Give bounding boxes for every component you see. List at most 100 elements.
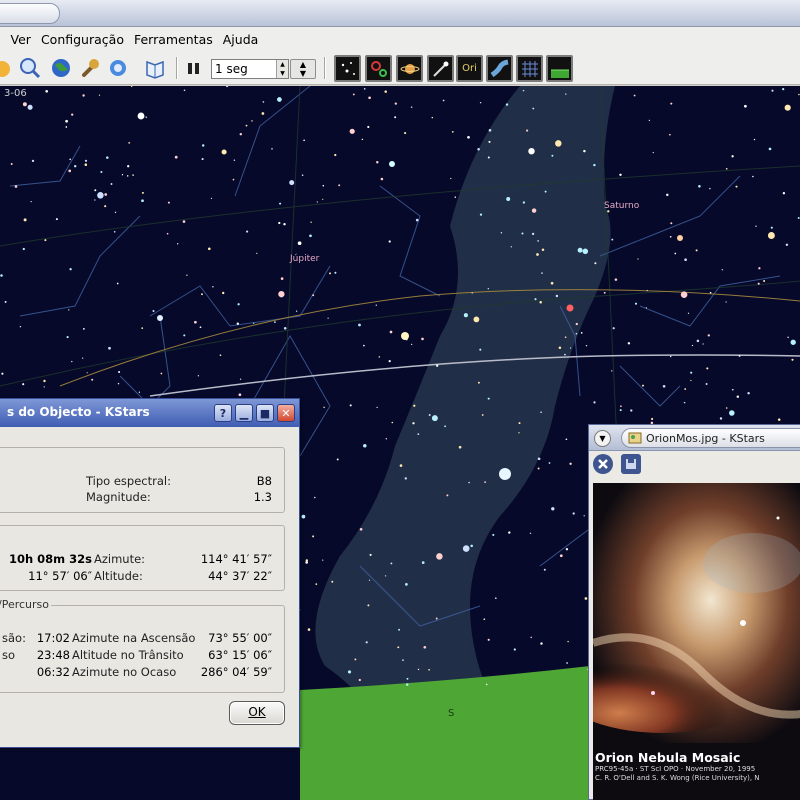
main-toolbar: 1 seg ▲ ▼ ▲ ▼ Ori bbox=[0, 51, 800, 85]
comets-icon[interactable] bbox=[427, 55, 454, 82]
star bbox=[423, 645, 427, 649]
book-icon[interactable] bbox=[143, 56, 167, 80]
stars-icon[interactable] bbox=[334, 55, 361, 82]
star bbox=[406, 677, 409, 680]
close-image-icon[interactable] bbox=[593, 454, 613, 474]
menu-tools[interactable]: Ferramentas bbox=[134, 32, 213, 47]
star bbox=[436, 364, 439, 367]
menu-file[interactable]: co bbox=[0, 32, 1, 47]
star bbox=[74, 165, 77, 168]
milky-way-icon[interactable] bbox=[486, 55, 513, 82]
pause-icon[interactable] bbox=[182, 56, 206, 80]
star bbox=[771, 89, 774, 92]
star bbox=[544, 190, 547, 193]
time-unit-stepper[interactable]: ▲ ▼ bbox=[290, 59, 316, 79]
star bbox=[312, 294, 315, 297]
star bbox=[394, 102, 397, 105]
lock-icon[interactable] bbox=[0, 56, 14, 80]
star bbox=[735, 185, 738, 188]
star bbox=[537, 467, 540, 470]
star bbox=[569, 462, 572, 466]
find-object-icon[interactable] bbox=[18, 56, 42, 80]
star bbox=[612, 327, 615, 330]
star bbox=[71, 113, 74, 116]
ok-button[interactable]: OK bbox=[229, 701, 285, 725]
star bbox=[767, 232, 775, 239]
star bbox=[389, 330, 393, 334]
window-title-tab[interactable] bbox=[0, 3, 60, 24]
star bbox=[390, 562, 393, 565]
menu-view[interactable]: Ver bbox=[11, 32, 31, 47]
star bbox=[305, 561, 309, 564]
star bbox=[458, 445, 462, 449]
constellations-icon[interactable]: Ori bbox=[456, 55, 483, 82]
wrench-icon[interactable] bbox=[78, 56, 102, 80]
star bbox=[550, 281, 554, 285]
planets-icon[interactable] bbox=[396, 55, 423, 82]
star bbox=[572, 512, 575, 515]
star bbox=[201, 158, 204, 161]
grid-icon[interactable] bbox=[516, 55, 543, 82]
star bbox=[369, 553, 372, 556]
help-icon[interactable]: ? bbox=[214, 404, 232, 422]
save-image-icon[interactable] bbox=[621, 454, 641, 474]
star bbox=[725, 167, 728, 170]
star bbox=[662, 384, 666, 388]
maximize-icon[interactable]: ■ bbox=[256, 404, 274, 422]
star bbox=[194, 320, 197, 324]
transit-altitude-value: 63° 15′ 06″ bbox=[208, 648, 272, 662]
rise-time-value: 17:02 bbox=[36, 631, 70, 645]
window-menu-icon[interactable]: ▼ bbox=[594, 430, 611, 447]
star bbox=[444, 425, 447, 428]
right-ascension-value: 10h 08m 32s bbox=[8, 552, 92, 566]
star bbox=[239, 378, 242, 380]
star bbox=[451, 131, 454, 133]
globe-icon[interactable] bbox=[49, 56, 73, 80]
star bbox=[467, 135, 470, 139]
dialog-titlebar[interactable]: s do Objecto - KStars ? ▁ ■ ✕ bbox=[0, 399, 299, 427]
star bbox=[94, 189, 97, 192]
dialog-title: s do Objecto - KStars bbox=[7, 405, 150, 419]
star bbox=[405, 583, 408, 586]
azimuth-value: 114° 41′ 57″ bbox=[200, 552, 272, 566]
star bbox=[327, 317, 329, 319]
star bbox=[354, 658, 357, 661]
star bbox=[69, 158, 71, 161]
star bbox=[22, 102, 27, 107]
star bbox=[274, 321, 276, 323]
star bbox=[508, 531, 511, 534]
star bbox=[698, 185, 701, 188]
star bbox=[399, 464, 403, 467]
viewer-title-tab[interactable]: OrionMos.jpg - KStars bbox=[621, 428, 800, 448]
star bbox=[582, 248, 589, 255]
time-step-spinbox[interactable]: 1 seg ▲ ▼ bbox=[211, 59, 289, 79]
star bbox=[199, 326, 202, 329]
jupiter-label: Júpiter bbox=[290, 254, 320, 264]
image-file-icon bbox=[628, 432, 642, 444]
star bbox=[721, 269, 723, 271]
star bbox=[494, 597, 497, 600]
star bbox=[237, 303, 240, 306]
star bbox=[558, 346, 562, 349]
horizon-icon[interactable] bbox=[546, 55, 573, 82]
viewer-titlebar[interactable]: ▼ OrionMos.jpg - KStars bbox=[589, 425, 800, 451]
deep-sky-icon[interactable] bbox=[365, 55, 392, 82]
star bbox=[536, 253, 539, 256]
star bbox=[315, 583, 318, 585]
star bbox=[201, 144, 205, 147]
star bbox=[322, 184, 325, 187]
minimize-icon[interactable]: ▁ bbox=[235, 404, 253, 422]
close-icon[interactable]: ✕ bbox=[277, 404, 295, 422]
star bbox=[785, 243, 789, 247]
star bbox=[548, 462, 551, 464]
star bbox=[541, 272, 543, 274]
spin-arrows[interactable]: ▲ ▼ bbox=[276, 60, 288, 78]
star bbox=[487, 638, 490, 641]
menu-settings[interactable]: Configuração bbox=[41, 32, 124, 47]
refresh-icon[interactable] bbox=[106, 56, 130, 80]
star bbox=[126, 175, 129, 177]
star bbox=[690, 379, 692, 382]
star bbox=[417, 433, 420, 435]
star bbox=[212, 286, 214, 288]
menu-help[interactable]: Ajuda bbox=[223, 32, 259, 47]
